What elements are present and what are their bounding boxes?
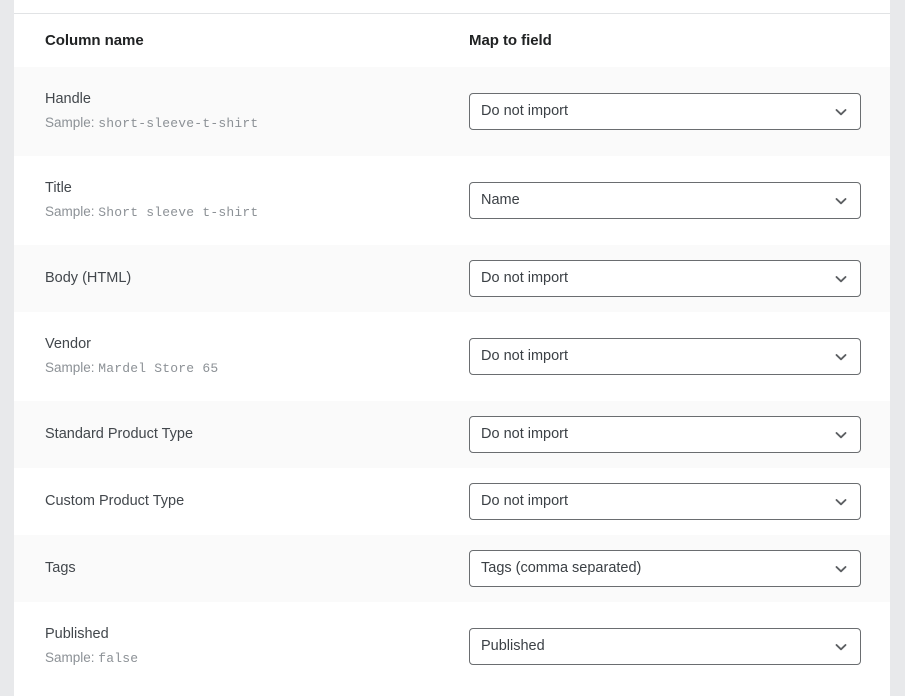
cell-map-to-field: Do not import [469, 260, 874, 297]
column-sample-value: Sample: Short sleeve t-shirt [45, 203, 469, 222]
header-cell-map-to-field: Map to field [469, 32, 874, 50]
cell-map-to-field: Published [469, 628, 874, 665]
map-to-field-select[interactable]: Name [469, 182, 861, 219]
page-gutter-left [0, 0, 14, 696]
table-row: Body (HTML) Do not import [14, 245, 890, 312]
column-mapping-card: Column name Map to field Handle Sample: s… [14, 0, 890, 696]
cell-map-to-field: Tags (comma separated) [469, 550, 874, 587]
sample-value-text: Short sleeve t-shirt [98, 205, 259, 220]
table-row: Title Sample: Short sleeve t-shirt Name [14, 156, 890, 245]
column-name-label: Vendor [45, 336, 91, 353]
chevron-down-icon [833, 561, 849, 577]
header-cell-column-name: Column name [45, 32, 469, 50]
cell-column-name: Vendor Sample: Mardel Store 65 [45, 335, 469, 377]
page-root: Column name Map to field Handle Sample: s… [0, 0, 905, 696]
table-row: Handle Sample: short-sleeve-t-shirt Do not… [14, 67, 890, 156]
map-to-field-select[interactable]: Do not import [469, 338, 861, 375]
map-to-field-select[interactable]: Tags (comma separated) [469, 550, 861, 587]
column-sample-value: Sample: Mardel Store 65 [45, 359, 469, 378]
column-name-label: Handle [45, 91, 91, 108]
cell-column-name: Published Sample: false [45, 625, 469, 667]
sample-prefix-label: Sample: [45, 204, 95, 219]
table-row: Standard Product Type Do not import [14, 401, 890, 468]
column-name-label: Title [45, 180, 72, 197]
chevron-down-icon [833, 104, 849, 120]
cell-map-to-field: Do not import [469, 338, 874, 375]
card-top-padding [14, 0, 890, 13]
cell-map-to-field: Name [469, 182, 874, 219]
map-to-field-select-value: Do not import [481, 494, 569, 509]
column-name-header-label: Column name [45, 31, 144, 49]
map-to-field-select-value: Do not import [481, 427, 569, 442]
map-to-field-select-value: Do not import [481, 104, 569, 119]
chevron-down-icon [833, 349, 849, 365]
column-name-label: Published [45, 626, 109, 643]
cell-map-to-field: Do not import [469, 416, 874, 453]
chevron-down-icon [833, 427, 849, 443]
table-header-row: Column name Map to field [14, 14, 890, 67]
table-row: Published Sample: false Published [14, 602, 890, 691]
column-name-label: Custom Product Type [45, 492, 185, 509]
cell-column-name: Body (HTML) [45, 269, 469, 289]
map-to-field-select[interactable]: Do not import [469, 260, 861, 297]
cell-map-to-field: Do not import [469, 93, 874, 130]
column-sample-value: Sample: short-sleeve-t-shirt [45, 114, 469, 133]
column-name-label: Standard Product Type [45, 425, 194, 442]
column-name-label: Tags [45, 559, 76, 576]
cell-column-name: Handle Sample: short-sleeve-t-shirt [45, 90, 469, 132]
cell-column-name: Title Sample: Short sleeve t-shirt [45, 179, 469, 221]
column-sample-value: Sample: false [45, 649, 469, 668]
map-to-field-header-label: Map to field [469, 31, 552, 49]
chevron-down-icon [833, 271, 849, 287]
map-to-field-select[interactable]: Do not import [469, 416, 861, 453]
map-to-field-select[interactable]: Do not import [469, 483, 861, 520]
sample-value-text: short-sleeve-t-shirt [98, 116, 259, 131]
sample-prefix-label: Sample: [45, 650, 95, 665]
chevron-down-icon [833, 639, 849, 655]
column-mapping-table: Column name Map to field Handle Sample: s… [14, 14, 890, 691]
sample-prefix-label: Sample: [45, 115, 95, 130]
map-to-field-select-value: Tags (comma separated) [481, 561, 642, 576]
table-row: Vendor Sample: Mardel Store 65 Do not impo… [14, 312, 890, 401]
map-to-field-select-value: Name [481, 193, 520, 208]
chevron-down-icon [833, 193, 849, 209]
map-to-field-select-value: Published [481, 639, 545, 654]
chevron-down-icon [833, 494, 849, 510]
map-to-field-select[interactable]: Do not import [469, 93, 861, 130]
map-to-field-select-value: Do not import [481, 349, 569, 364]
map-to-field-select[interactable]: Published [469, 628, 861, 665]
cell-column-name: Standard Product Type [45, 425, 469, 445]
cell-column-name: Custom Product Type [45, 492, 469, 512]
sample-value-text: Mardel Store 65 [98, 361, 219, 376]
page-gutter-right [890, 0, 905, 696]
table-row: Tags Tags (comma separated) [14, 535, 890, 602]
sample-value-text: false [98, 651, 139, 666]
table-row: Custom Product Type Do not import [14, 468, 890, 535]
sample-prefix-label: Sample: [45, 360, 95, 375]
cell-column-name: Tags [45, 559, 469, 579]
column-name-label: Body (HTML) [45, 269, 132, 286]
cell-map-to-field: Do not import [469, 483, 874, 520]
map-to-field-select-value: Do not import [481, 271, 569, 286]
